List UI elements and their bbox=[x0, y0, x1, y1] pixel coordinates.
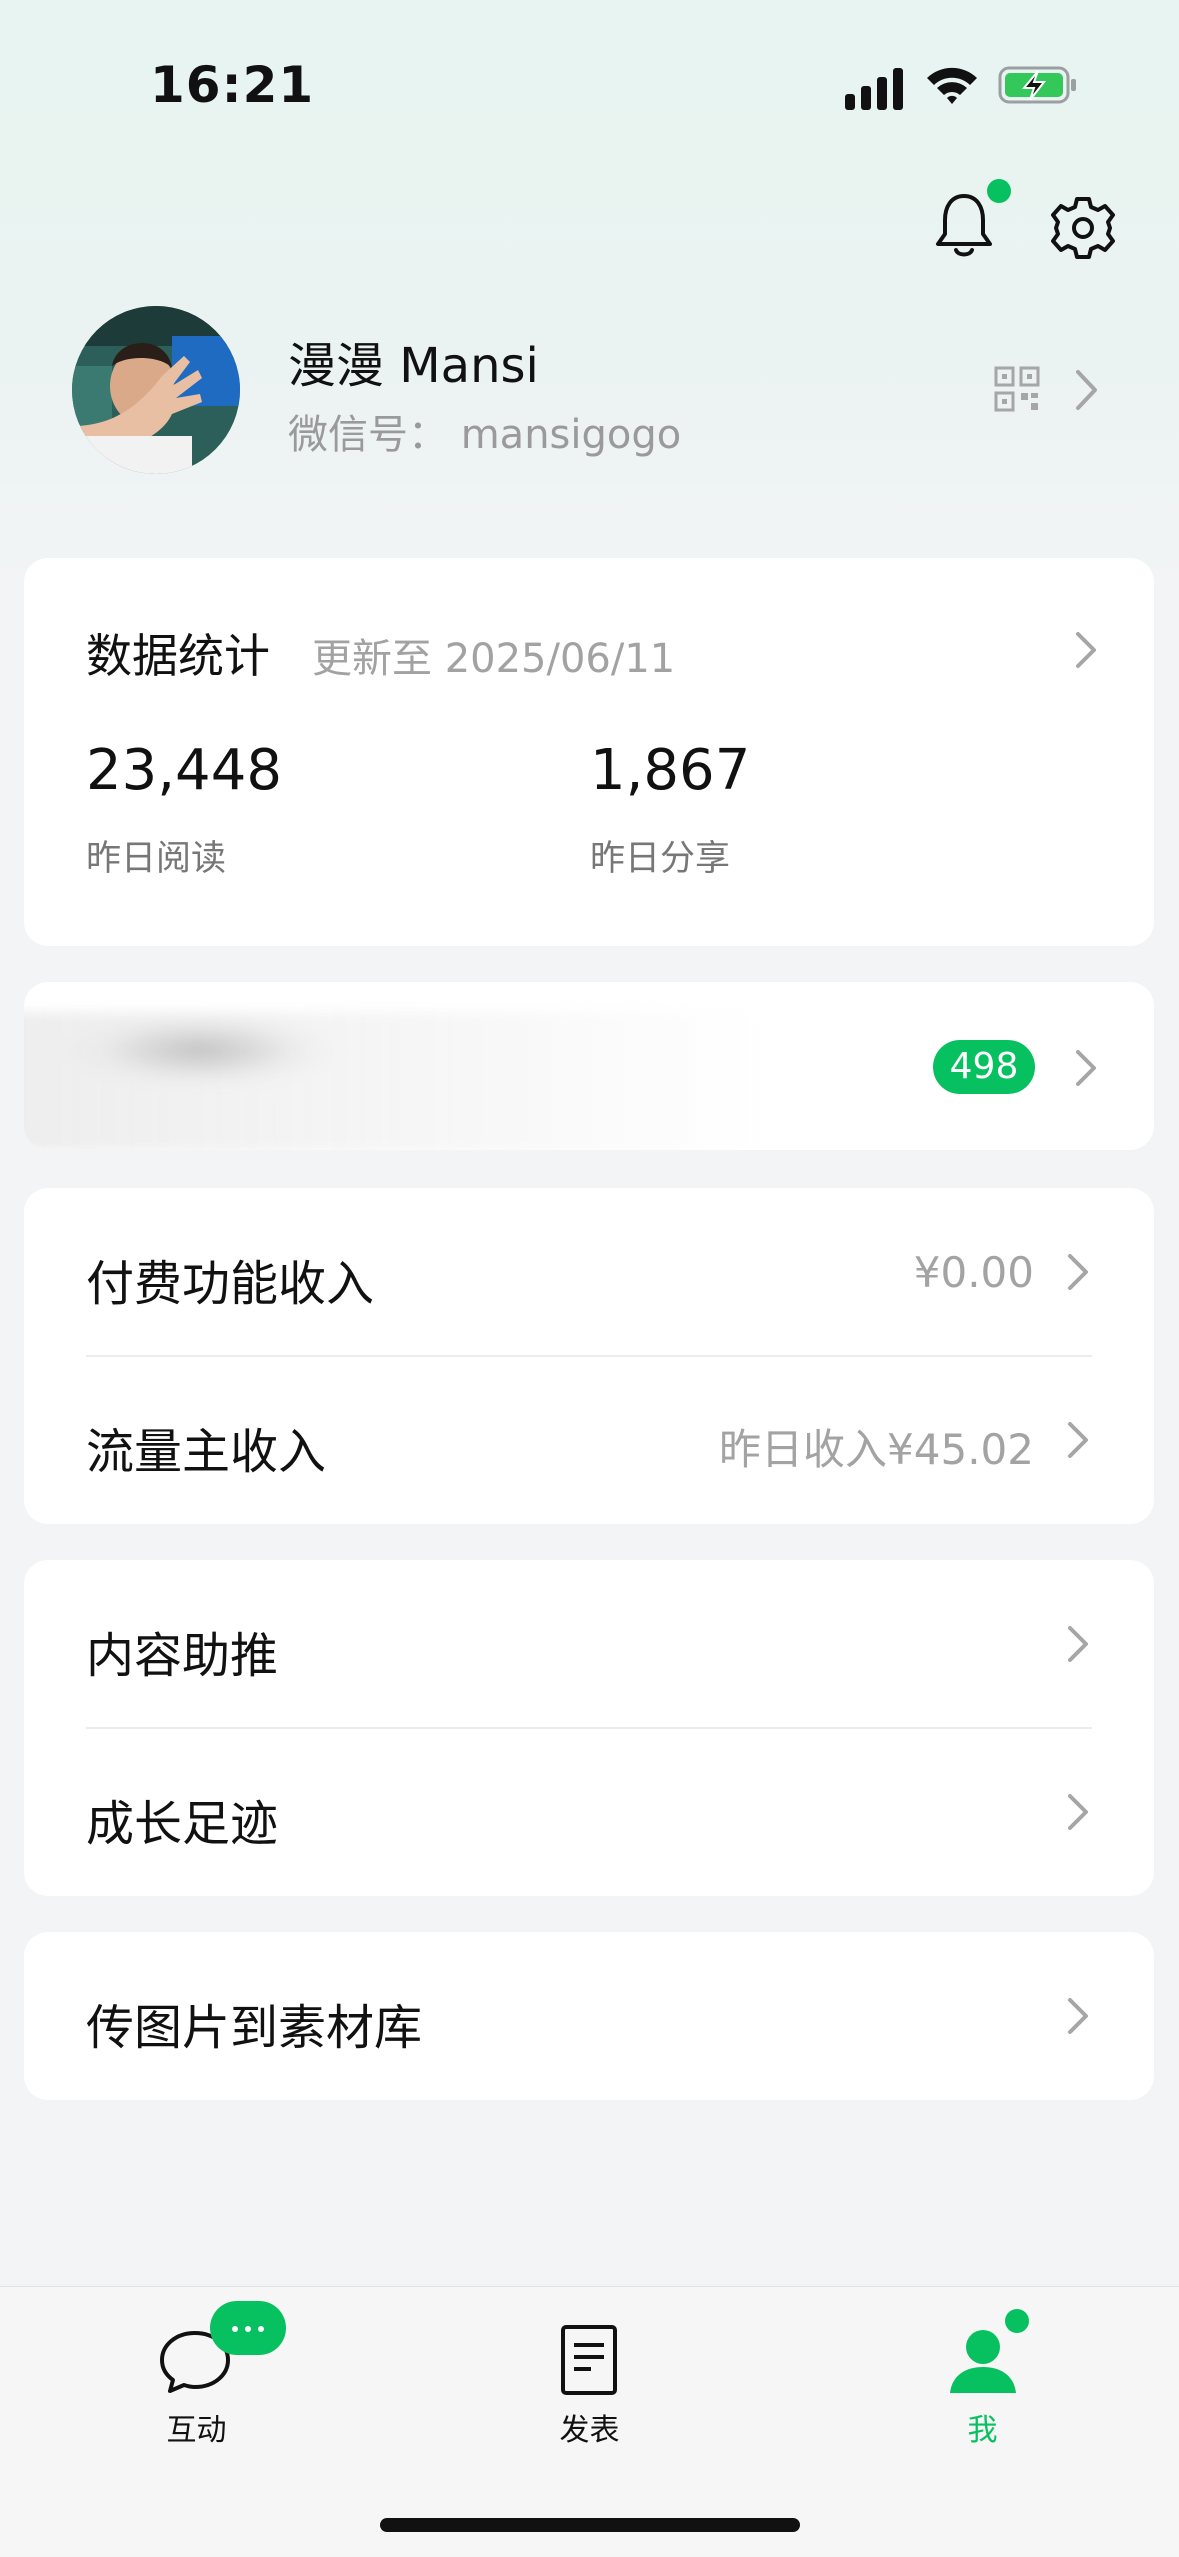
income-card: 付费功能收入 ¥0.00 流量主收入 昨日收入¥45.02 bbox=[24, 1188, 1154, 1524]
blurred-list-row[interactable]: 498 bbox=[24, 982, 1154, 1150]
growth-card: 内容助推 成长足迹 bbox=[24, 1560, 1154, 1896]
upload-card: 传图片到素材库 bbox=[24, 1932, 1154, 2100]
stat-label-reads: 昨日阅读 bbox=[86, 839, 227, 879]
tab-me[interactable]: 我 bbox=[786, 2287, 1179, 2487]
chevron-right-icon bbox=[1068, 1254, 1088, 1290]
cellular-signal-icon bbox=[845, 68, 903, 110]
wechat-id: 微信号： mansigogo bbox=[288, 412, 682, 458]
chevron-right-icon bbox=[1076, 1050, 1096, 1086]
avatar-photo-icon bbox=[72, 306, 240, 474]
growth-footprint-row[interactable]: 成长足迹 bbox=[24, 1728, 1154, 1896]
row-label: 成长足迹 bbox=[86, 1796, 279, 1852]
chevron-right-icon bbox=[1076, 632, 1096, 668]
stats-title: 数据统计 bbox=[86, 629, 270, 683]
tab-me-dot bbox=[1005, 2309, 1029, 2333]
tab-label: 互动 bbox=[166, 2413, 227, 2448]
traffic-owner-income-row[interactable]: 流量主收入 昨日收入¥45.02 bbox=[24, 1356, 1154, 1524]
row-label: 付费功能收入 bbox=[86, 1256, 375, 1312]
chevron-right-icon[interactable] bbox=[1073, 368, 1101, 412]
qr-code-icon[interactable] bbox=[994, 366, 1040, 412]
tab-label: 发表 bbox=[559, 2413, 620, 2448]
tab-label: 我 bbox=[967, 2413, 998, 2448]
settings-gear-icon[interactable] bbox=[1050, 195, 1116, 261]
stat-label-shares: 昨日分享 bbox=[590, 839, 731, 879]
upload-to-library-row[interactable]: 传图片到素材库 bbox=[24, 1932, 1154, 2100]
profile-name: 漫漫 Mansi bbox=[288, 338, 539, 394]
content-boost-row[interactable]: 内容助推 bbox=[24, 1560, 1154, 1728]
notification-bell-icon[interactable] bbox=[933, 190, 995, 260]
chevron-right-icon bbox=[1068, 1422, 1088, 1458]
count-badge: 498 bbox=[933, 1040, 1035, 1094]
chevron-right-icon bbox=[1068, 1794, 1088, 1830]
notification-dot bbox=[987, 179, 1011, 203]
avatar[interactable] bbox=[72, 306, 240, 474]
battery-charging-icon bbox=[998, 66, 1076, 104]
person-icon bbox=[950, 2330, 1016, 2393]
blurred-content bbox=[24, 1012, 770, 1150]
chevron-right-icon bbox=[1068, 1998, 1088, 2034]
paid-feature-income-row[interactable]: 付费功能收入 ¥0.00 bbox=[24, 1188, 1154, 1356]
tab-badge-more bbox=[210, 2301, 286, 2355]
stat-value-reads: 23,448 bbox=[86, 738, 282, 803]
bottom-tab-bar: 互动 发表 我 bbox=[0, 2286, 1179, 2557]
wifi-icon bbox=[927, 67, 977, 104]
row-value: ¥0.00 bbox=[913, 1248, 1034, 1297]
stat-value-shares: 1,867 bbox=[590, 738, 751, 803]
chevron-right-icon bbox=[1068, 1626, 1088, 1662]
status-time: 16:21 bbox=[150, 56, 315, 114]
document-icon bbox=[561, 2325, 617, 2395]
tab-publish[interactable]: 发表 bbox=[393, 2287, 786, 2487]
row-label: 传图片到素材库 bbox=[86, 2000, 423, 2056]
data-statistics-card[interactable]: 数据统计 更新至 2025/06/11 23,448 昨日阅读 1,867 昨日… bbox=[24, 558, 1154, 946]
row-label: 流量主收入 bbox=[86, 1424, 327, 1480]
status-bar: 16:21 bbox=[0, 0, 1179, 170]
tab-interact[interactable]: 互动 bbox=[0, 2287, 393, 2487]
row-label: 内容助推 bbox=[86, 1628, 279, 1684]
home-indicator bbox=[380, 2518, 800, 2532]
stats-updated-date: 更新至 2025/06/11 bbox=[312, 636, 676, 682]
row-value: 昨日收入¥45.02 bbox=[719, 1425, 1034, 1474]
